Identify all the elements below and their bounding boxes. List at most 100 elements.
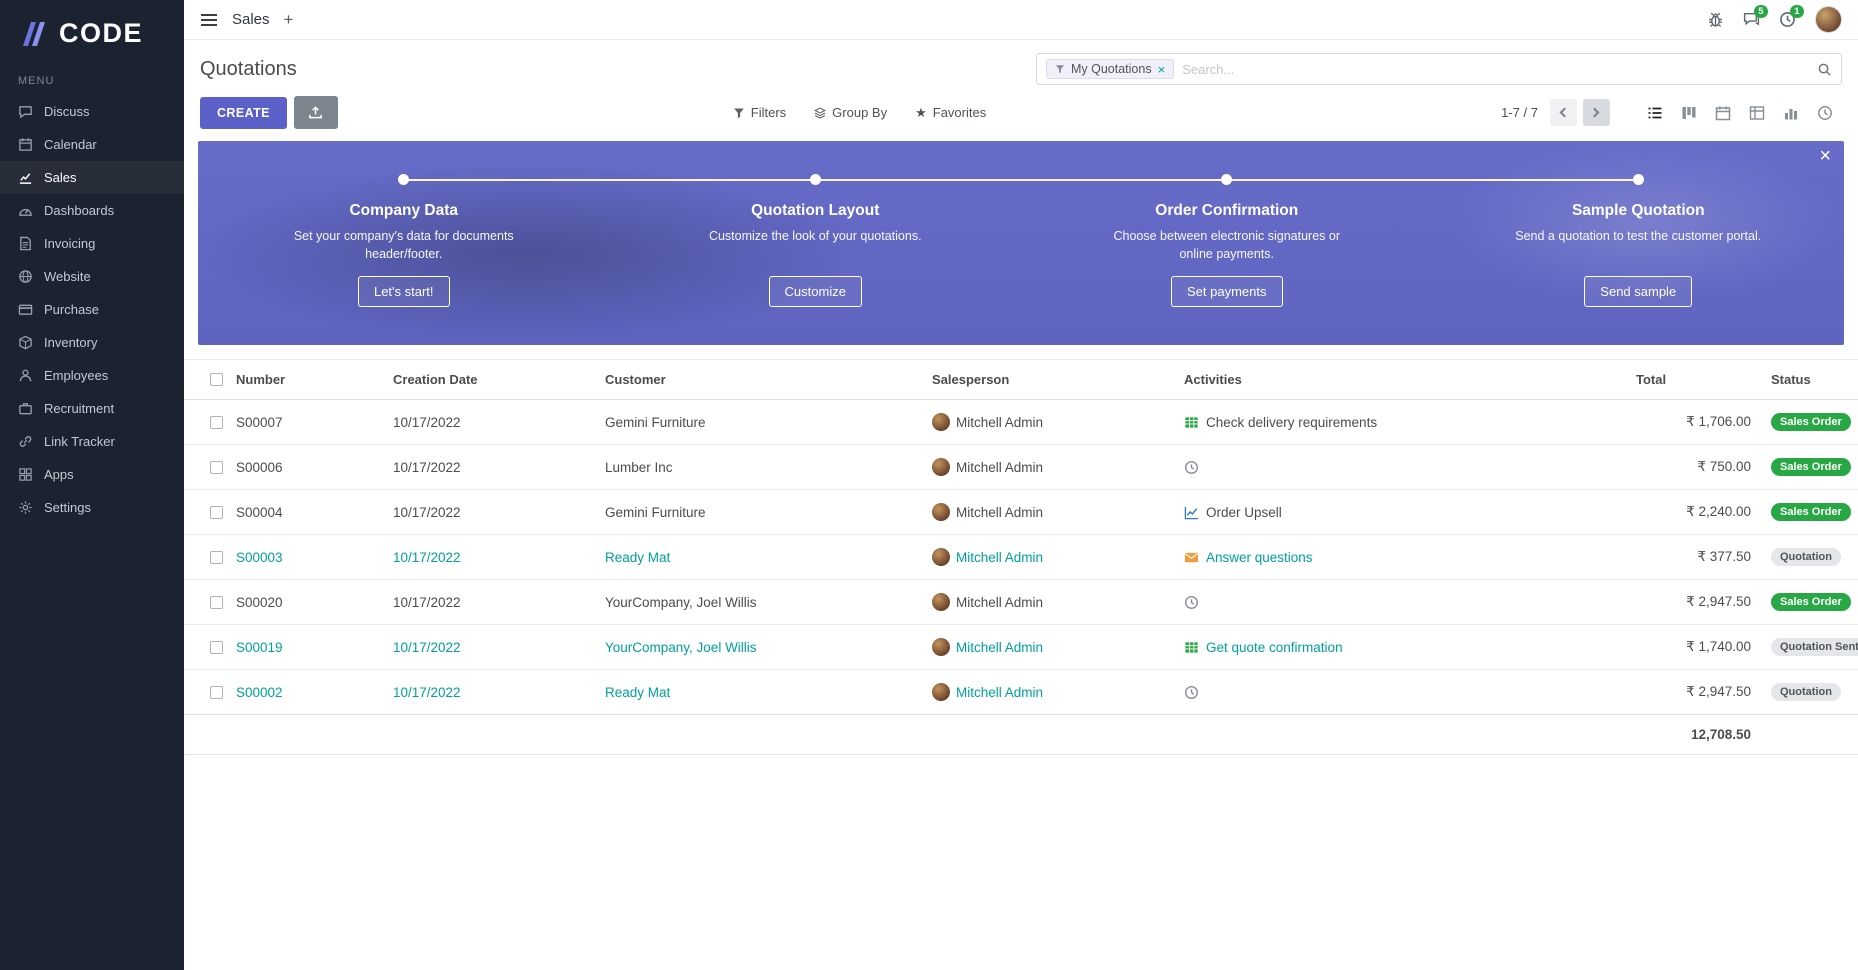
- view-switch-button[interactable]: [1774, 99, 1808, 126]
- activities-clock-icon[interactable]: 1: [1779, 11, 1796, 28]
- customer-name[interactable]: YourCompany, Joel Willis: [597, 580, 924, 625]
- creation-date[interactable]: 10/17/2022: [385, 670, 597, 715]
- favorites-button[interactable]: Favorites: [915, 105, 986, 121]
- filters-button[interactable]: Filters: [733, 105, 786, 120]
- salesperson-cell[interactable]: Mitchell Admin: [924, 400, 1176, 445]
- creation-date[interactable]: 10/17/2022: [385, 535, 597, 580]
- sidebar-item[interactable]: Purchase: [0, 293, 184, 326]
- activity-cell[interactable]: Answer questions: [1176, 535, 1628, 580]
- view-switch-button[interactable]: [1638, 99, 1672, 126]
- step-action-button[interactable]: Set payments: [1171, 276, 1283, 307]
- row-checkbox[interactable]: [210, 551, 223, 564]
- table-row[interactable]: S00006 10/17/2022 Lumber Inc Mitchell Ad…: [184, 445, 1858, 490]
- view-switch-button[interactable]: [1740, 99, 1774, 126]
- sidebar-item[interactable]: Discuss: [0, 95, 184, 128]
- creation-date[interactable]: 10/17/2022: [385, 580, 597, 625]
- sidebar-item[interactable]: Sales: [0, 161, 184, 194]
- column-header[interactable]: Number: [228, 360, 385, 400]
- salesperson-cell[interactable]: Mitchell Admin: [924, 445, 1176, 490]
- order-number[interactable]: S00007: [228, 400, 385, 445]
- order-number[interactable]: S00019: [228, 625, 385, 670]
- chip-close-icon[interactable]: [1158, 63, 1166, 76]
- salesperson-cell[interactable]: Mitchell Admin: [924, 490, 1176, 535]
- column-header[interactable]: Status: [1763, 360, 1858, 400]
- table-row[interactable]: S00007 10/17/2022 Gemini Furniture Mitch…: [184, 400, 1858, 445]
- step-action-button[interactable]: Customize: [769, 276, 862, 307]
- salesperson-cell[interactable]: Mitchell Admin: [924, 535, 1176, 580]
- sidebar-item[interactable]: Inventory: [0, 326, 184, 359]
- user-avatar[interactable]: [1815, 6, 1842, 33]
- salesperson-cell[interactable]: Mitchell Admin: [924, 580, 1176, 625]
- search-input[interactable]: [1182, 62, 1809, 77]
- row-checkbox[interactable]: [210, 506, 223, 519]
- activity-cell[interactable]: Order Upsell: [1176, 490, 1628, 535]
- column-header[interactable]: Activities: [1176, 360, 1628, 400]
- customer-name[interactable]: Lumber Inc: [597, 445, 924, 490]
- activity-cell[interactable]: [1176, 580, 1628, 625]
- activity-cell[interactable]: Get quote confirmation: [1176, 625, 1628, 670]
- pager-previous-button[interactable]: [1550, 99, 1577, 126]
- creation-date[interactable]: 10/17/2022: [385, 445, 597, 490]
- order-number[interactable]: S00004: [228, 490, 385, 535]
- brand-logo[interactable]: CODE: [0, 0, 184, 59]
- table-row[interactable]: S00002 10/17/2022 Ready Mat Mitchell Adm…: [184, 670, 1858, 715]
- export-button[interactable]: [294, 96, 338, 129]
- plus-icon[interactable]: +: [284, 10, 294, 30]
- select-all-checkbox[interactable]: [210, 373, 223, 386]
- sidebar-item[interactable]: Website: [0, 260, 184, 293]
- customer-name[interactable]: Ready Mat: [597, 535, 924, 580]
- sidebar-item[interactable]: Dashboards: [0, 194, 184, 227]
- order-number[interactable]: S00020: [228, 580, 385, 625]
- column-header[interactable]: Creation Date: [385, 360, 597, 400]
- hamburger-menu-icon[interactable]: [200, 13, 218, 27]
- search-filter-chip[interactable]: My Quotations: [1046, 59, 1174, 79]
- messages-icon[interactable]: 5: [1743, 11, 1760, 28]
- customer-name[interactable]: Ready Mat: [597, 670, 924, 715]
- creation-date[interactable]: 10/17/2022: [385, 625, 597, 670]
- creation-date[interactable]: 10/17/2022: [385, 490, 597, 535]
- group-by-button[interactable]: Group By: [814, 105, 887, 120]
- search-bar[interactable]: My Quotations: [1036, 53, 1842, 85]
- activity-cell[interactable]: [1176, 445, 1628, 490]
- sidebar-item[interactable]: Link Tracker: [0, 425, 184, 458]
- create-button[interactable]: CREATE: [200, 97, 287, 129]
- column-header[interactable]: Customer: [597, 360, 924, 400]
- activity-cell[interactable]: [1176, 670, 1628, 715]
- row-checkbox[interactable]: [210, 596, 223, 609]
- debug-icon[interactable]: [1707, 11, 1724, 28]
- table-row[interactable]: S00020 10/17/2022 YourCompany, Joel Will…: [184, 580, 1858, 625]
- sidebar-item[interactable]: Apps: [0, 458, 184, 491]
- sidebar-item[interactable]: Invoicing: [0, 227, 184, 260]
- column-header[interactable]: Total: [1628, 360, 1763, 400]
- pager-next-button[interactable]: [1583, 99, 1610, 126]
- banner-close-icon[interactable]: [1819, 145, 1831, 168]
- row-checkbox[interactable]: [210, 416, 223, 429]
- sidebar-item[interactable]: Calendar: [0, 128, 184, 161]
- step-action-button[interactable]: Send sample: [1584, 276, 1692, 307]
- table-row[interactable]: S00003 10/17/2022 Ready Mat Mitchell Adm…: [184, 535, 1858, 580]
- search-icon[interactable]: [1817, 62, 1832, 77]
- customer-name[interactable]: YourCompany, Joel Willis: [597, 625, 924, 670]
- salesperson-cell[interactable]: Mitchell Admin: [924, 625, 1176, 670]
- row-checkbox[interactable]: [210, 641, 223, 654]
- activity-cell[interactable]: Check delivery requirements: [1176, 400, 1628, 445]
- view-switch-button[interactable]: [1706, 99, 1740, 126]
- sidebar-item[interactable]: Recruitment: [0, 392, 184, 425]
- order-number[interactable]: S00006: [228, 445, 385, 490]
- view-switch-button[interactable]: [1808, 99, 1842, 126]
- table-row[interactable]: S00019 10/17/2022 YourCompany, Joel Will…: [184, 625, 1858, 670]
- row-checkbox[interactable]: [210, 686, 223, 699]
- current-app-name[interactable]: Sales: [232, 11, 270, 28]
- order-number[interactable]: S00002: [228, 670, 385, 715]
- view-switch-button[interactable]: [1672, 99, 1706, 126]
- table-row[interactable]: S00004 10/17/2022 Gemini Furniture Mitch…: [184, 490, 1858, 535]
- customer-name[interactable]: Gemini Furniture: [597, 490, 924, 535]
- row-checkbox[interactable]: [210, 461, 223, 474]
- column-header[interactable]: Salesperson: [924, 360, 1176, 400]
- sidebar-item[interactable]: Employees: [0, 359, 184, 392]
- customer-name[interactable]: Gemini Furniture: [597, 400, 924, 445]
- creation-date[interactable]: 10/17/2022: [385, 400, 597, 445]
- step-action-button[interactable]: Let's start!: [358, 276, 450, 307]
- salesperson-cell[interactable]: Mitchell Admin: [924, 670, 1176, 715]
- order-number[interactable]: S00003: [228, 535, 385, 580]
